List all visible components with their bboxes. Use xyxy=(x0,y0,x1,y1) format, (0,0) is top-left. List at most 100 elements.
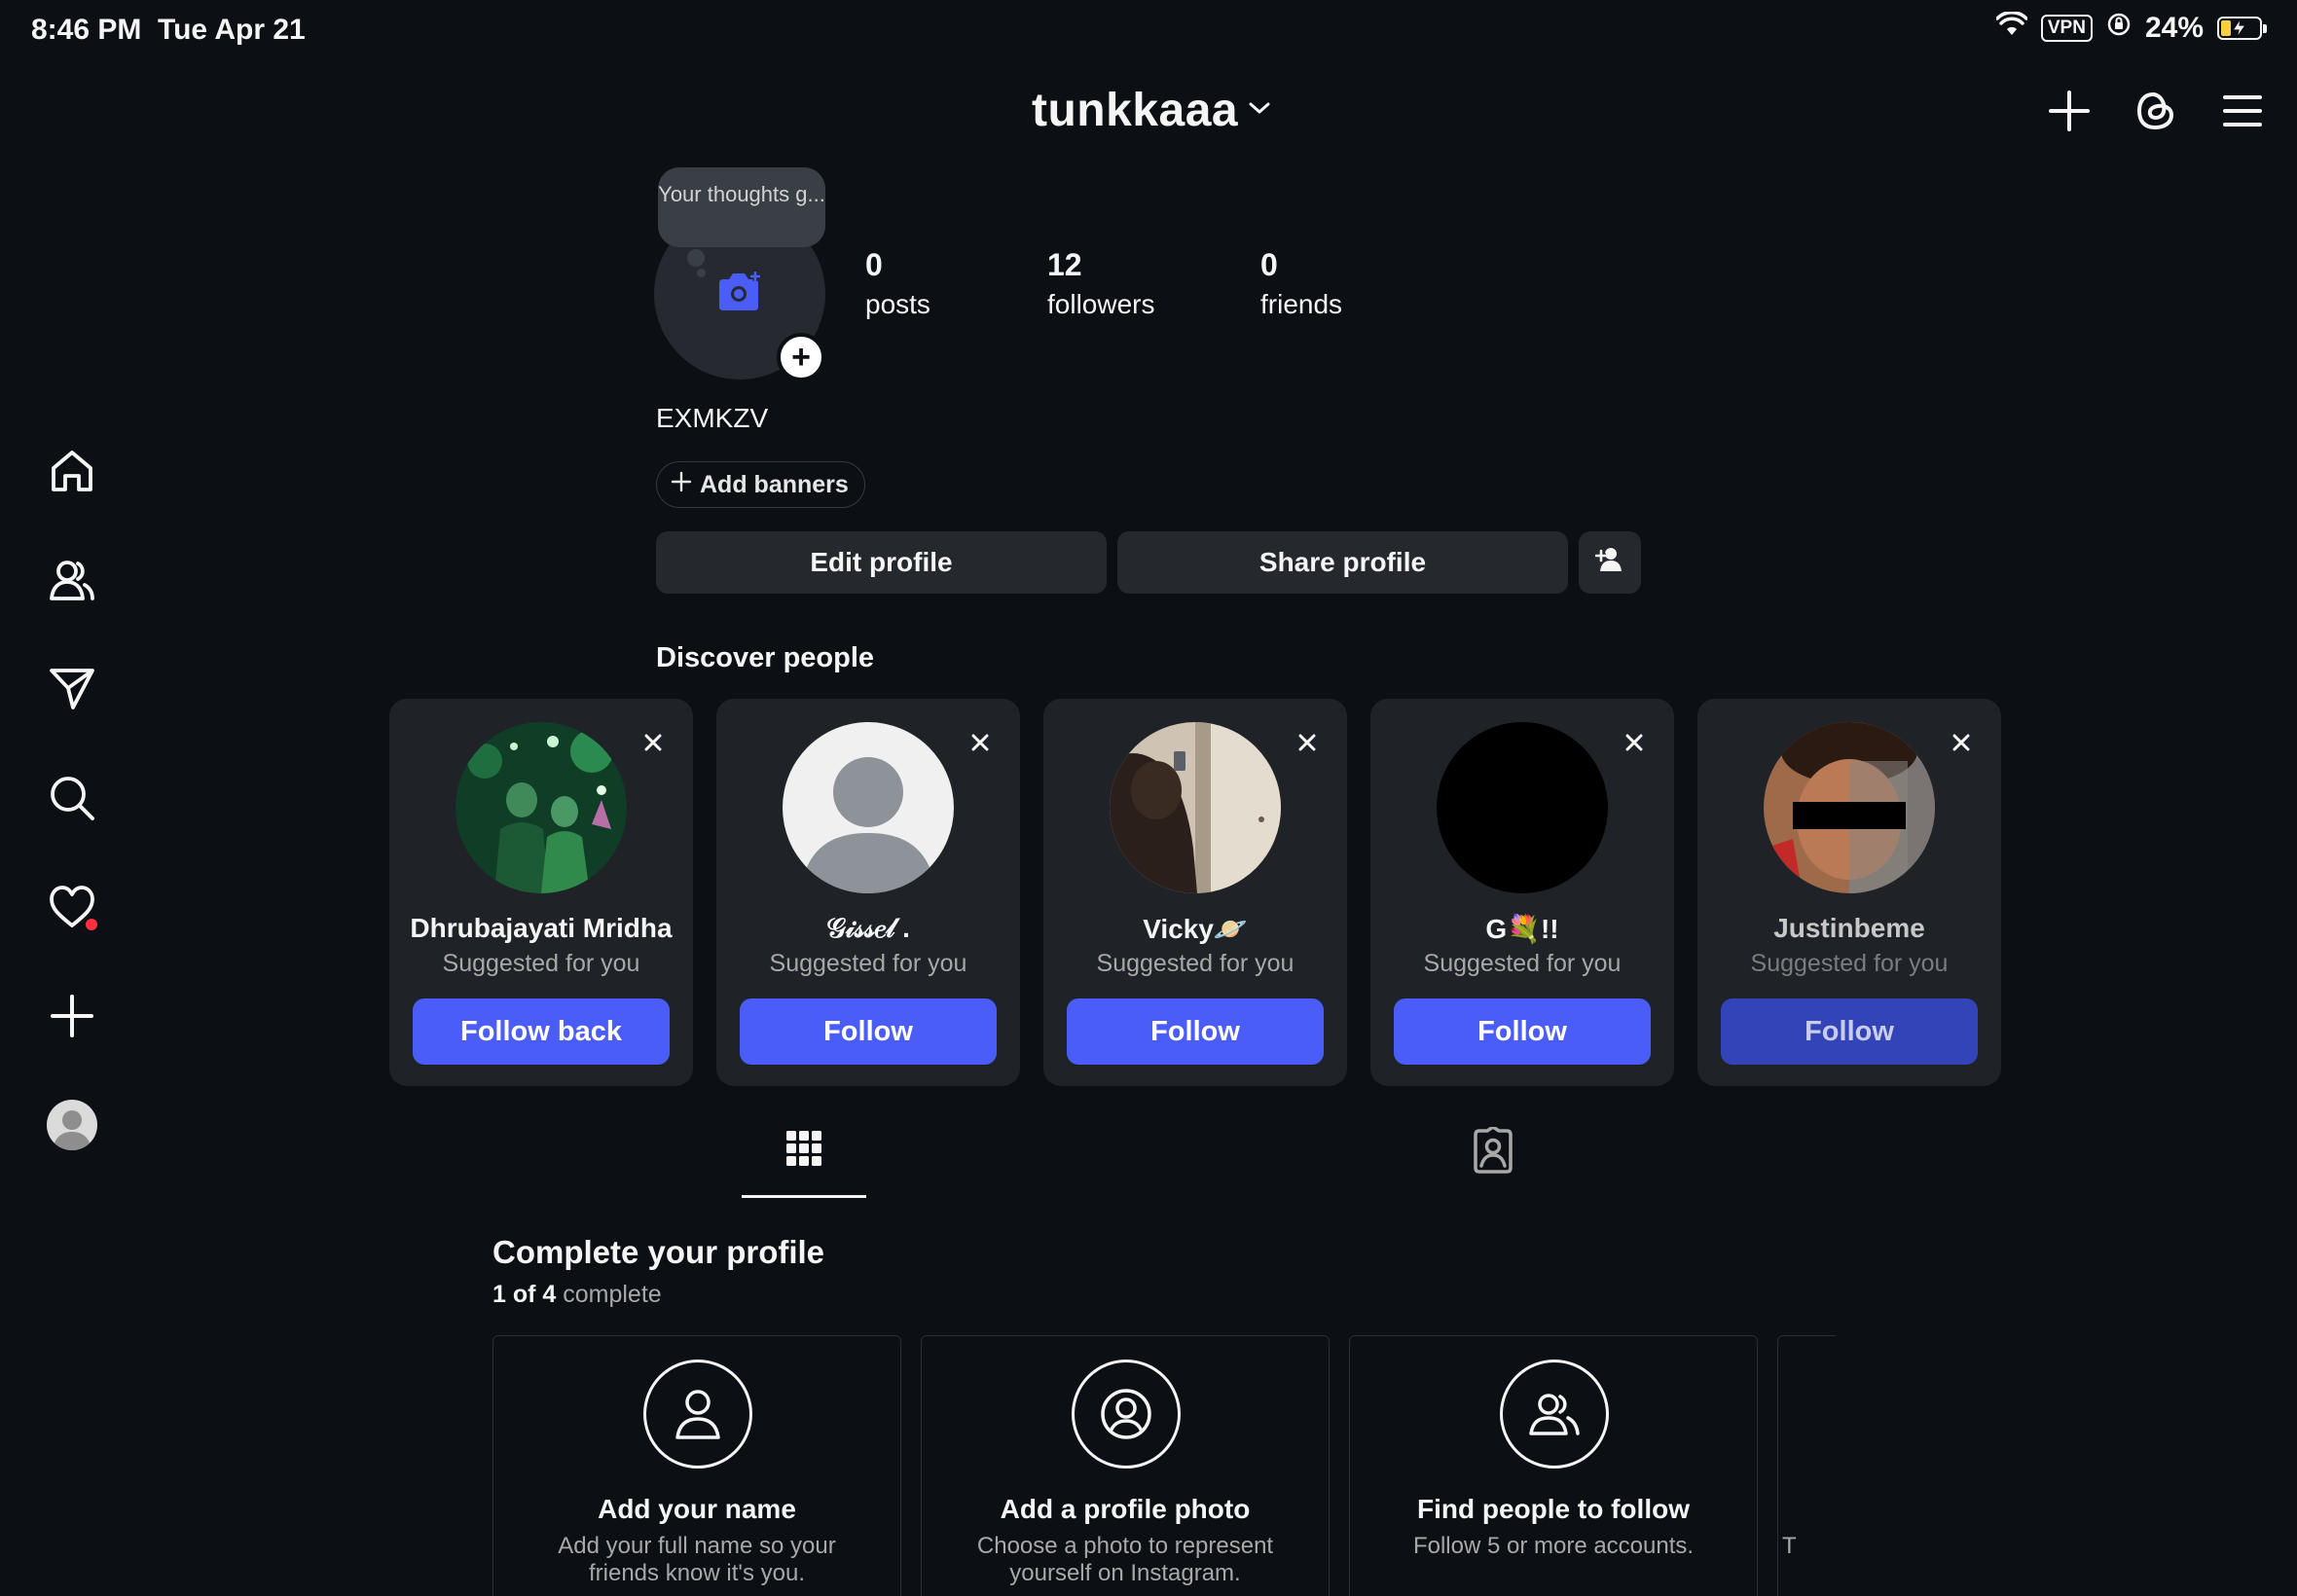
suggestion-avatar[interactable] xyxy=(783,722,954,893)
follow-button[interactable]: Follow xyxy=(1067,998,1324,1065)
dismiss-x-icon[interactable] xyxy=(1947,728,1976,757)
suggestion-card[interactable]: Dhrubajayati Mridha Suggested for you Fo… xyxy=(389,699,693,1086)
create-plus-icon[interactable] xyxy=(43,987,101,1045)
account-switcher[interactable]: tunkkaaa xyxy=(1032,84,1271,137)
follow-button[interactable]: Follow xyxy=(740,998,997,1065)
edit-profile-button[interactable]: Edit profile xyxy=(656,531,1107,594)
follow-back-button[interactable]: Follow back xyxy=(413,998,670,1065)
card-title: Add a profile photo xyxy=(1000,1494,1251,1524)
messages-icon[interactable] xyxy=(43,660,101,718)
dismiss-x-icon[interactable] xyxy=(638,728,668,757)
dismiss-x-icon[interactable] xyxy=(966,728,995,757)
note-bubble-tail-small xyxy=(697,269,706,277)
find-people-icon xyxy=(1500,1360,1609,1469)
threads-icon[interactable] xyxy=(2129,84,2183,138)
suggestion-name: 𝒢𝒾𝓈𝓈𝑒𝓁 . xyxy=(826,913,910,943)
card-title: Add your name xyxy=(598,1494,796,1524)
card-description: Follow 5 or more accounts. xyxy=(1412,1533,1695,1559)
plus-icon[interactable] xyxy=(2042,84,2096,138)
complete-profile-card[interactable]: T xyxy=(1777,1335,1836,1596)
status-date: Tue Apr 21 xyxy=(158,14,306,46)
suggestion-subtitle: Suggested for you xyxy=(1423,950,1622,977)
suggestion-name: Justinbeme xyxy=(1773,913,1925,943)
suggestion-name: G💐!! xyxy=(1485,914,1559,944)
suggestion-subtitle: Suggested for you xyxy=(769,950,967,977)
wifi-icon xyxy=(1995,11,2028,45)
card-description: Add your full name so your friends know … xyxy=(558,1533,836,1586)
orientation-lock-icon xyxy=(2106,12,2132,45)
menu-icon[interactable] xyxy=(2215,84,2270,138)
complete-profile-progress: 1 of 4 complete xyxy=(492,1281,662,1309)
suggestion-card[interactable]: Justinbeme Suggested for you Follow xyxy=(1697,699,2001,1086)
suggestion-name: Vicky🪐 xyxy=(1143,914,1248,944)
suggestion-avatar[interactable] xyxy=(1437,722,1608,893)
profile-avatar xyxy=(47,1100,97,1150)
discover-people-title: Discover people xyxy=(656,642,875,673)
username-title: tunkkaaa xyxy=(1032,85,1239,136)
complete-profile-carousel[interactable]: Add your name Add your full name so your… xyxy=(492,1335,1836,1596)
suggestion-card[interactable]: G💐!! Suggested for you Follow xyxy=(1370,699,1674,1086)
suggestion-name: Dhrubajayati Mridha xyxy=(410,913,673,943)
follow-button[interactable]: Follow xyxy=(1721,998,1978,1065)
plus-small-icon xyxy=(671,471,692,499)
card-title: Find people to follow xyxy=(1417,1494,1690,1524)
card-description: Choose a photo to represent yourself on … xyxy=(976,1533,1274,1586)
stat-friends[interactable]: 0 friends xyxy=(1260,247,1342,320)
card-description: T xyxy=(1782,1533,1797,1559)
add-photo-camera-icon xyxy=(715,270,764,319)
suggestion-card[interactable]: 𝒢𝒾𝓈𝓈𝑒𝓁 . Suggested for you Follow xyxy=(716,699,1020,1086)
follow-button[interactable]: Follow xyxy=(1394,998,1651,1065)
battery-percent: 24% xyxy=(2144,12,2204,44)
vpn-icon: VPN xyxy=(2040,15,2093,42)
suggestion-subtitle: Suggested for you xyxy=(1096,950,1294,977)
suggestion-card[interactable]: Vicky🪐 Suggested for you Follow xyxy=(1043,699,1347,1086)
stat-followers-label: followers xyxy=(1047,289,1155,319)
progress-count: 1 of 4 xyxy=(492,1281,557,1308)
suggestion-avatar[interactable] xyxy=(456,722,627,893)
notifications-heart-icon[interactable] xyxy=(43,878,101,936)
suggestion-subtitle: Suggested for you xyxy=(1750,950,1949,977)
stat-followers[interactable]: 12 followers xyxy=(1047,247,1154,320)
home-icon[interactable] xyxy=(43,442,101,500)
complete-profile-card[interactable]: Add your name Add your full name so your… xyxy=(492,1335,901,1596)
stat-posts-count: 0 xyxy=(865,247,883,282)
complete-profile-card[interactable]: Add a profile photo Choose a photo to re… xyxy=(921,1335,1330,1596)
suggestion-subtitle: Suggested for you xyxy=(442,950,640,977)
battery-charging-icon xyxy=(2217,17,2267,40)
stat-posts[interactable]: 0 posts xyxy=(865,247,930,320)
stat-followers-count: 12 xyxy=(1047,247,1082,282)
status-indicators: VPN 24% xyxy=(1995,11,2267,45)
complete-profile-title: Complete your profile xyxy=(492,1234,825,1270)
chevron-down-icon xyxy=(1248,100,1271,121)
profile-photo-icon xyxy=(1072,1360,1181,1469)
progress-word: complete xyxy=(563,1281,662,1308)
status-time: 8:46 PM xyxy=(31,14,142,46)
add-person-icon xyxy=(1594,546,1624,580)
add-banners-label: Add banners xyxy=(700,470,849,498)
add-banners-button[interactable]: Add banners xyxy=(656,461,865,508)
display-name: EXMKZV xyxy=(656,403,769,433)
stat-posts-label: posts xyxy=(865,289,930,319)
notification-dot xyxy=(86,919,97,930)
search-icon[interactable] xyxy=(43,769,101,827)
note-bubble[interactable]: Your thoughts g... xyxy=(658,167,825,247)
active-tab-indicator xyxy=(742,1195,866,1198)
stat-friends-count: 0 xyxy=(1260,247,1278,282)
complete-profile-card[interactable]: Find people to follow Follow 5 or more a… xyxy=(1349,1335,1758,1596)
tab-tagged[interactable] xyxy=(1460,1125,1526,1185)
people-icon[interactable] xyxy=(43,551,101,609)
tagged-icon xyxy=(1470,1125,1516,1185)
suggestion-avatar[interactable] xyxy=(1110,722,1281,893)
dismiss-x-icon[interactable] xyxy=(1293,728,1322,757)
share-profile-button[interactable]: Share profile xyxy=(1117,531,1568,594)
posts-grid-icon xyxy=(784,1127,823,1201)
suggestion-avatar[interactable] xyxy=(1764,722,1935,893)
dismiss-x-icon[interactable] xyxy=(1620,728,1649,757)
add-story-plus-icon[interactable]: + xyxy=(777,333,825,381)
tab-posts-grid[interactable] xyxy=(742,1127,866,1201)
discover-people-toggle-button[interactable] xyxy=(1579,531,1641,594)
note-bubble-tail xyxy=(687,249,705,267)
add-name-person-icon xyxy=(643,1360,752,1469)
stat-friends-label: friends xyxy=(1260,289,1343,319)
profile-nav-item[interactable] xyxy=(43,1096,101,1154)
